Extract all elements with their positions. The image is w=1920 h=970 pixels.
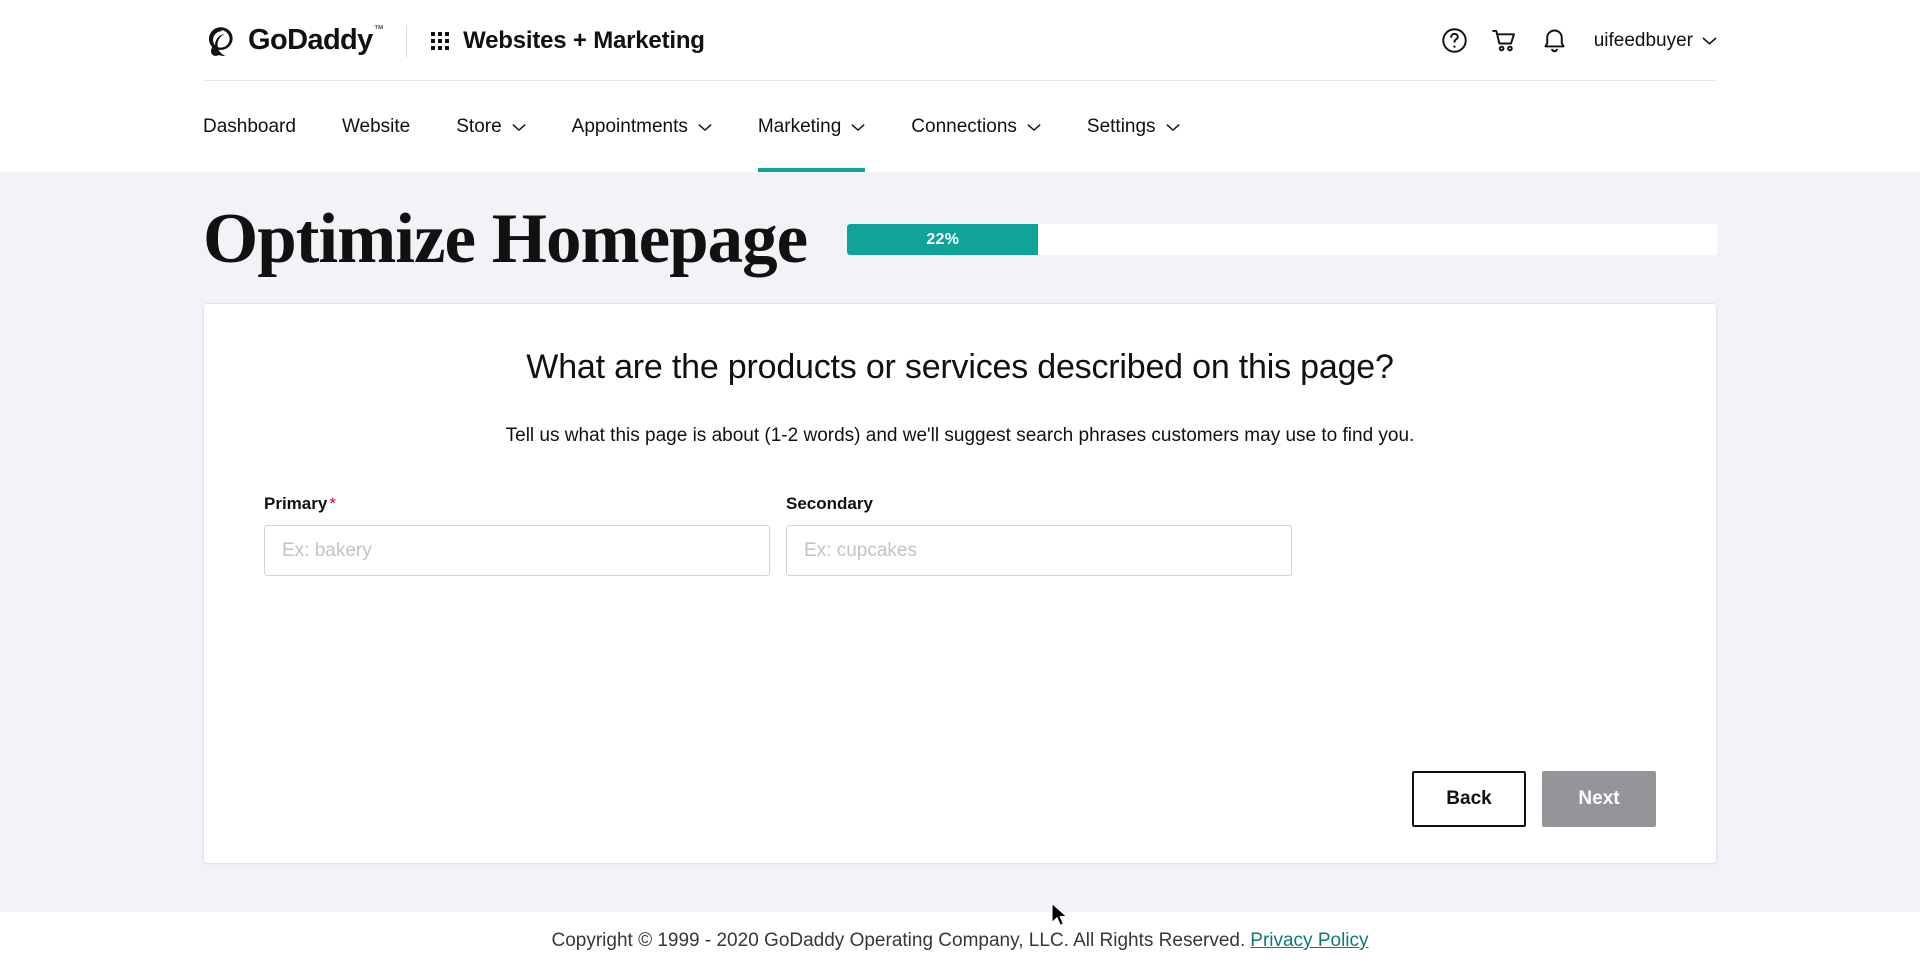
- nav-item-label: Store: [456, 115, 502, 137]
- trademark-mark: ™: [373, 24, 384, 36]
- nav-item-marketing[interactable]: Marketing: [735, 81, 888, 172]
- main-content: Optimize Homepage 22% What are the produ…: [0, 172, 1920, 926]
- nav-item-label: Connections: [911, 115, 1017, 137]
- header-actions: uifeedbuyer: [1430, 16, 1717, 66]
- notifications-button[interactable]: [1530, 16, 1580, 66]
- chevron-down-icon: [1027, 116, 1041, 138]
- app-grid-icon[interactable]: [431, 31, 450, 50]
- nav-item-settings[interactable]: Settings: [1064, 81, 1203, 172]
- chevron-down-icon: [698, 116, 712, 138]
- chevron-down-icon: [1166, 116, 1180, 138]
- nav-item-dashboard[interactable]: Dashboard: [203, 81, 319, 172]
- wizard-card: What are the products or services descri…: [203, 303, 1717, 864]
- brand-group: GoDaddy™ Websites + Marketing: [203, 24, 705, 57]
- nav-item-label: Website: [341, 115, 411, 137]
- account-menu[interactable]: uifeedbuyer: [1594, 30, 1717, 52]
- required-asterisk: *: [329, 494, 336, 513]
- help-button[interactable]: [1430, 16, 1480, 66]
- cart-button[interactable]: [1480, 16, 1530, 66]
- card-subtext: Tell us what this page is about (1-2 wor…: [505, 425, 1415, 446]
- shopping-cart-icon: [1490, 26, 1519, 55]
- progress-bar: 22%: [847, 224, 1717, 255]
- secondary-field-group: Secondary: [786, 494, 1292, 576]
- nav-item-website[interactable]: Website: [319, 81, 433, 172]
- primary-keyword-input[interactable]: [264, 525, 770, 576]
- chevron-down-icon: [851, 116, 865, 138]
- next-button[interactable]: Next: [1542, 771, 1656, 827]
- primary-field-group: Primary *: [264, 494, 770, 576]
- card-heading: What are the products or services descri…: [526, 348, 1394, 386]
- nav-item-label: Marketing: [757, 115, 842, 137]
- chevron-down-icon: [512, 116, 526, 138]
- app-page: GoDaddy™ Websites + Marketing uifeedbuye…: [0, 0, 1920, 970]
- global-header: GoDaddy™ Websites + Marketing uifeedbuye…: [0, 0, 1920, 81]
- privacy-policy-link[interactable]: Privacy Policy: [1250, 930, 1368, 952]
- progress-bar-fill: 22%: [847, 224, 1039, 255]
- nav-item-connections[interactable]: Connections: [888, 81, 1064, 172]
- godaddy-heart-logo-icon: [203, 25, 239, 57]
- product-name: Websites + Marketing: [463, 26, 705, 54]
- secondary-field-label: Secondary: [786, 494, 1292, 514]
- nav-item-label: Appointments: [571, 115, 688, 137]
- notification-bell-icon: [1540, 26, 1569, 55]
- godaddy-logo-link[interactable]: GoDaddy™: [203, 24, 384, 57]
- back-button[interactable]: Back: [1412, 771, 1526, 827]
- keyword-form: Primary* Secondary: [264, 494, 1656, 576]
- nav-item-appointments[interactable]: Appointments: [549, 81, 735, 172]
- primary-label-text: Primary: [264, 494, 328, 513]
- page-title-row: Optimize Homepage 22%: [203, 204, 1717, 275]
- card-actions: Back Next: [1412, 771, 1656, 827]
- page-title: Optimize Homepage: [203, 200, 808, 278]
- nav-item-label: Settings: [1086, 115, 1156, 137]
- primary-field-label: Primary *: [264, 494, 770, 514]
- nav-item-label: Dashboard: [203, 115, 296, 137]
- nav-item-store[interactable]: Store: [433, 81, 548, 172]
- secondary-keyword-input[interactable]: [786, 525, 1292, 576]
- godaddy-wordmark: GoDaddy™: [248, 24, 384, 56]
- global-footer: Copyright © 1999 - 2020 GoDaddy Operatin…: [0, 912, 1920, 970]
- secondary-label-text: Secondary: [786, 494, 873, 513]
- progress-percent-label: 22%: [926, 230, 960, 248]
- header-divider: [406, 24, 408, 57]
- chevron-down-icon: [1702, 30, 1717, 52]
- primary-nav: Dashboard Website Store Appointments Marketi…: [0, 81, 1920, 172]
- help-circle-icon: [1440, 26, 1469, 55]
- account-name: uifeedbuyer: [1593, 29, 1693, 51]
- copyright-text: Copyright © 1999 - 2020 GoDaddy Operatin…: [551, 930, 1246, 951]
